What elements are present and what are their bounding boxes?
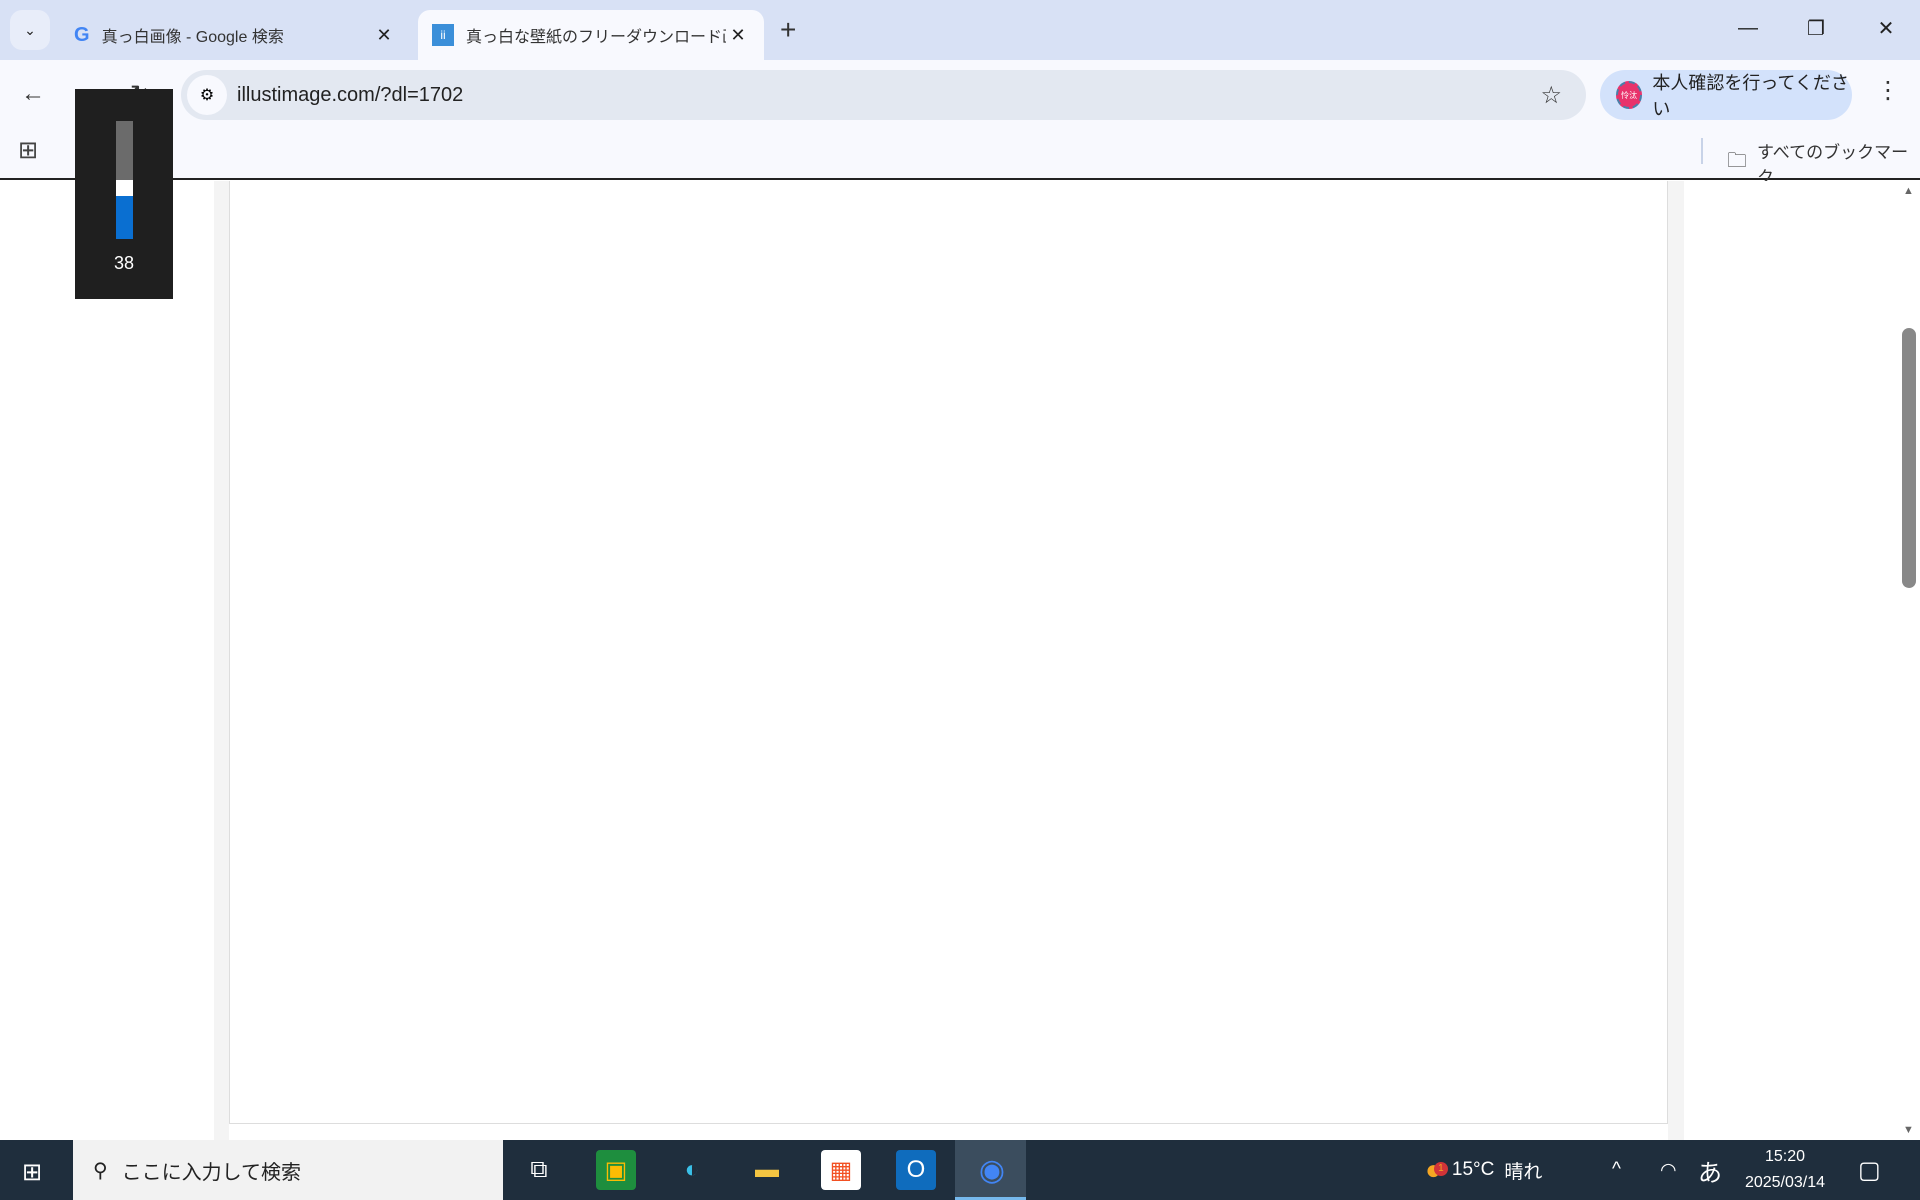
outlook-icon[interactable]: O [896, 1150, 936, 1190]
notification-icon[interactable]: ▢ [1858, 1140, 1881, 1200]
taskbar: ⊞ ⚲ ここに入力して検索 ⧉ ▣ ◐ ▬ ▦ O ◉ ●1 15°C 晴れ ^… [0, 1140, 1920, 1200]
bookmarks-divider [1701, 138, 1703, 164]
tab-illustimage[interactable]: ii 真っ白な壁紙のフリーダウンロード画像 ✕ [418, 10, 764, 60]
restore-button[interactable]: ❐ [1786, 8, 1846, 48]
edge-icon[interactable]: ◐ [672, 1150, 712, 1190]
google-icon: G [74, 23, 90, 46]
new-tab-button[interactable]: + [780, 14, 796, 46]
folder-icon: 🗀 [1727, 150, 1747, 172]
browser-toolbar: ← → ↻ ⚙ illustimage.com/?dl=1702 ☆ 怜汰 本人… [0, 60, 1920, 187]
white-image-preview [229, 181, 1668, 1124]
show-hidden-icons-button[interactable]: ^ [1612, 1140, 1621, 1200]
back-button[interactable]: ← [15, 76, 51, 112]
more-menu-icon[interactable]: ⋮ [1876, 76, 1900, 105]
volume-thumb[interactable] [116, 180, 133, 196]
left-margin [214, 181, 229, 1140]
apps-grid-icon[interactable]: ⊞ [18, 136, 38, 165]
chrome-icon[interactable]: ◉ [972, 1150, 1012, 1190]
scroll-up-icon[interactable]: ▲ [1903, 185, 1914, 197]
file-explorer-icon[interactable]: ▬ [747, 1150, 787, 1190]
google-classroom-icon[interactable]: ▣ [596, 1150, 636, 1190]
tab-google-search[interactable]: G 真っ白画像 - Google 検索 ✕ [60, 10, 410, 60]
task-view-icon[interactable]: ⧉ [519, 1150, 559, 1190]
avatar: 怜汰 [1616, 81, 1643, 109]
illustimage-icon: ii [432, 24, 454, 46]
scroll-down-icon[interactable]: ▼ [1903, 1124, 1914, 1136]
tab-strip: ⌄ G 真っ白画像 - Google 検索 ✕ ii 真っ白な壁紙のフリーダウン… [0, 0, 1920, 60]
scroll-thumb[interactable] [1902, 328, 1916, 588]
page-content [0, 181, 1898, 1140]
site-settings-icon[interactable]: ⚙ [187, 75, 227, 115]
profile-button[interactable]: 怜汰 本人確認を行ってください [1600, 70, 1852, 120]
search-icon: ⚲ [93, 1159, 108, 1182]
close-tab-icon[interactable]: ✕ [726, 25, 750, 46]
microsoft-store-icon[interactable]: ▦ [821, 1150, 861, 1190]
minimize-button[interactable]: — [1718, 8, 1778, 48]
windows-start-icon[interactable]: ⊞ [22, 1158, 42, 1187]
url-text[interactable]: illustimage.com/?dl=1702 [237, 84, 463, 107]
tab-search-button[interactable]: ⌄ [10, 10, 50, 50]
volume-level [116, 194, 133, 239]
wifi-icon[interactable]: ◠ [1660, 1140, 1677, 1200]
address-bar[interactable]: ⚙ illustimage.com/?dl=1702 ☆ [181, 70, 1586, 120]
taskbar-search[interactable]: ⚲ ここに入力して検索 [73, 1140, 503, 1200]
close-window-button[interactable]: ✕ [1856, 8, 1916, 48]
volume-value: 38 [113, 253, 135, 273]
ime-indicator[interactable]: あ [1698, 1140, 1722, 1200]
volume-overlay: 38 [75, 89, 173, 299]
right-margin [1668, 181, 1684, 1140]
close-tab-icon[interactable]: ✕ [372, 25, 396, 46]
scrollbar[interactable]: ▲ ▼ [1898, 181, 1920, 1140]
bookmark-star-icon[interactable]: ☆ [1540, 81, 1562, 110]
weather-widget[interactable]: ●1 15°C 晴れ [1425, 1140, 1542, 1200]
clock[interactable]: 15:20 2025/03/14 [1730, 1144, 1840, 1196]
weather-sun-icon: ●1 [1425, 1154, 1448, 1186]
